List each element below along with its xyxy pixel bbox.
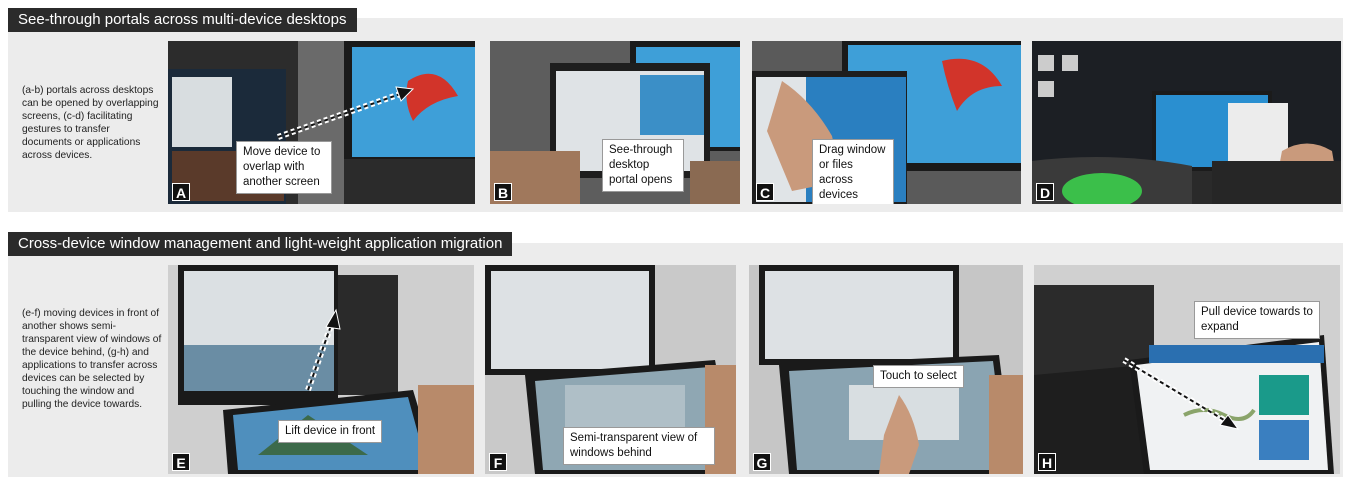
photo-d-illustration: [1032, 41, 1341, 204]
callout-h: Pull device towards to expand: [1194, 301, 1320, 339]
photo-h-illustration: [1034, 265, 1340, 474]
photo-panel-h: Pull device towards to expand H: [1034, 265, 1340, 474]
photo-panel-d: D: [1032, 41, 1341, 204]
callout-c: Drag window or files across devices: [812, 139, 894, 204]
callout-b: See-through desktop portal opens: [602, 139, 684, 192]
photo-panel-e: Lift device in front E: [168, 265, 474, 474]
section-2-description: (e-f) moving devices in front of another…: [22, 308, 162, 410]
callout-f: Semi-transparent view of windows behind: [563, 427, 715, 465]
callout-g: Touch to select: [873, 365, 964, 388]
photo-panel-f: Semi-transparent view of windows behind …: [485, 265, 736, 474]
photo-panel-c: Drag window or files across devices C: [752, 41, 1021, 204]
panel-label-a: A: [172, 183, 190, 201]
panel-label-e: E: [172, 453, 190, 471]
callout-a: Move device to overlap with another scre…: [236, 141, 332, 194]
panel-label-g: G: [753, 453, 771, 471]
section-1-description: (a-b) portals across desktops can be ope…: [22, 85, 159, 161]
panel-label-c: C: [756, 183, 774, 201]
panel-label-h: H: [1038, 453, 1056, 471]
callout-e: Lift device in front: [278, 420, 383, 443]
photo-panel-a: Move device to overlap with another scre…: [168, 41, 475, 204]
photo-panel-g: Touch to select G: [749, 265, 1023, 474]
panel-label-f: F: [489, 453, 507, 471]
panel-label-b: B: [494, 183, 512, 201]
photo-panel-b: See-through desktop portal opens B: [490, 41, 740, 204]
section-2-title: Cross-device window management and light…: [8, 232, 513, 256]
panel-label-d: D: [1036, 183, 1054, 201]
section-1-title: See-through portals across multi-device …: [8, 8, 357, 32]
